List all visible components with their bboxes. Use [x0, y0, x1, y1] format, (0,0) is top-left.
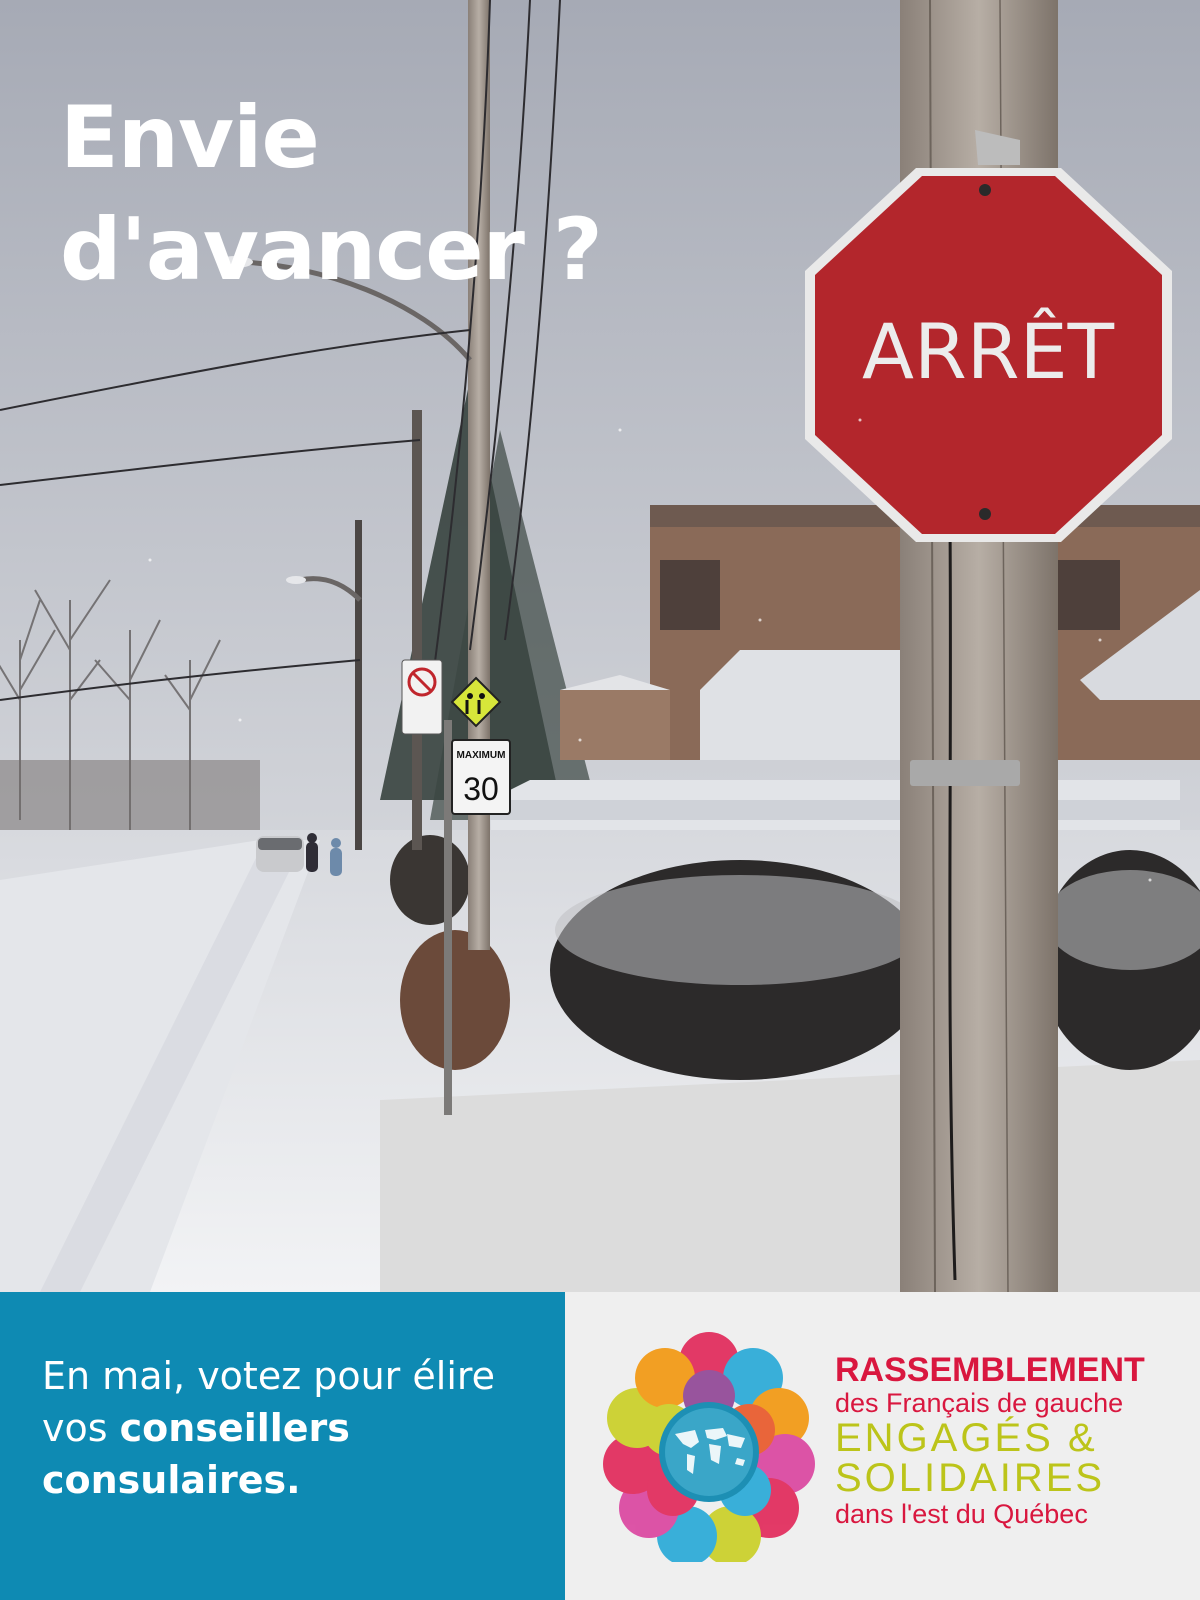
cta-emphasis-2: consulaires.	[42, 1458, 301, 1502]
campaign-poster: MAXIMUM 30 ARRÊT Envie d'avancer ? En ma…	[0, 0, 1200, 1600]
no-parking-sign	[401, 659, 443, 735]
call-to-action-text: En mai, votez pour élire vos conseillers…	[42, 1350, 542, 1506]
call-to-action-panel: En mai, votez pour élire vos conseillers…	[0, 1292, 565, 1600]
brick-house	[560, 505, 1200, 760]
headline-line-2: d'avancer ?	[60, 200, 603, 300]
org-line-2: des Français de gauche	[835, 1388, 1124, 1418]
speed-limit-sign: MAXIMUM 30	[451, 739, 511, 815]
stop-sign: ARRÊT	[805, 168, 1172, 542]
organization-panel: RASSEMBLEMENT des Français de gauche ENG…	[565, 1292, 1200, 1600]
headline-line-1: Envie	[60, 88, 320, 188]
speed-sign-label: MAXIMUM	[457, 750, 506, 761]
org-line-3: ENGAGÉS &	[835, 1416, 1098, 1460]
organization-name: RASSEMBLEMENT des Français de gauche ENG…	[835, 1352, 1180, 1530]
organization-logo	[603, 1332, 815, 1562]
org-line-4: SOLIDAIRES	[835, 1456, 1106, 1500]
headline: Envie d'avancer ?	[60, 82, 603, 306]
org-line-5: dans l'est du Québec	[835, 1499, 1088, 1529]
cta-emphasis-1: conseillers	[119, 1406, 350, 1450]
speed-sign-value: 30	[463, 771, 499, 807]
stop-sign-text: ARRÊT	[862, 306, 1115, 396]
org-line-1: RASSEMBLEMENT	[835, 1351, 1145, 1389]
